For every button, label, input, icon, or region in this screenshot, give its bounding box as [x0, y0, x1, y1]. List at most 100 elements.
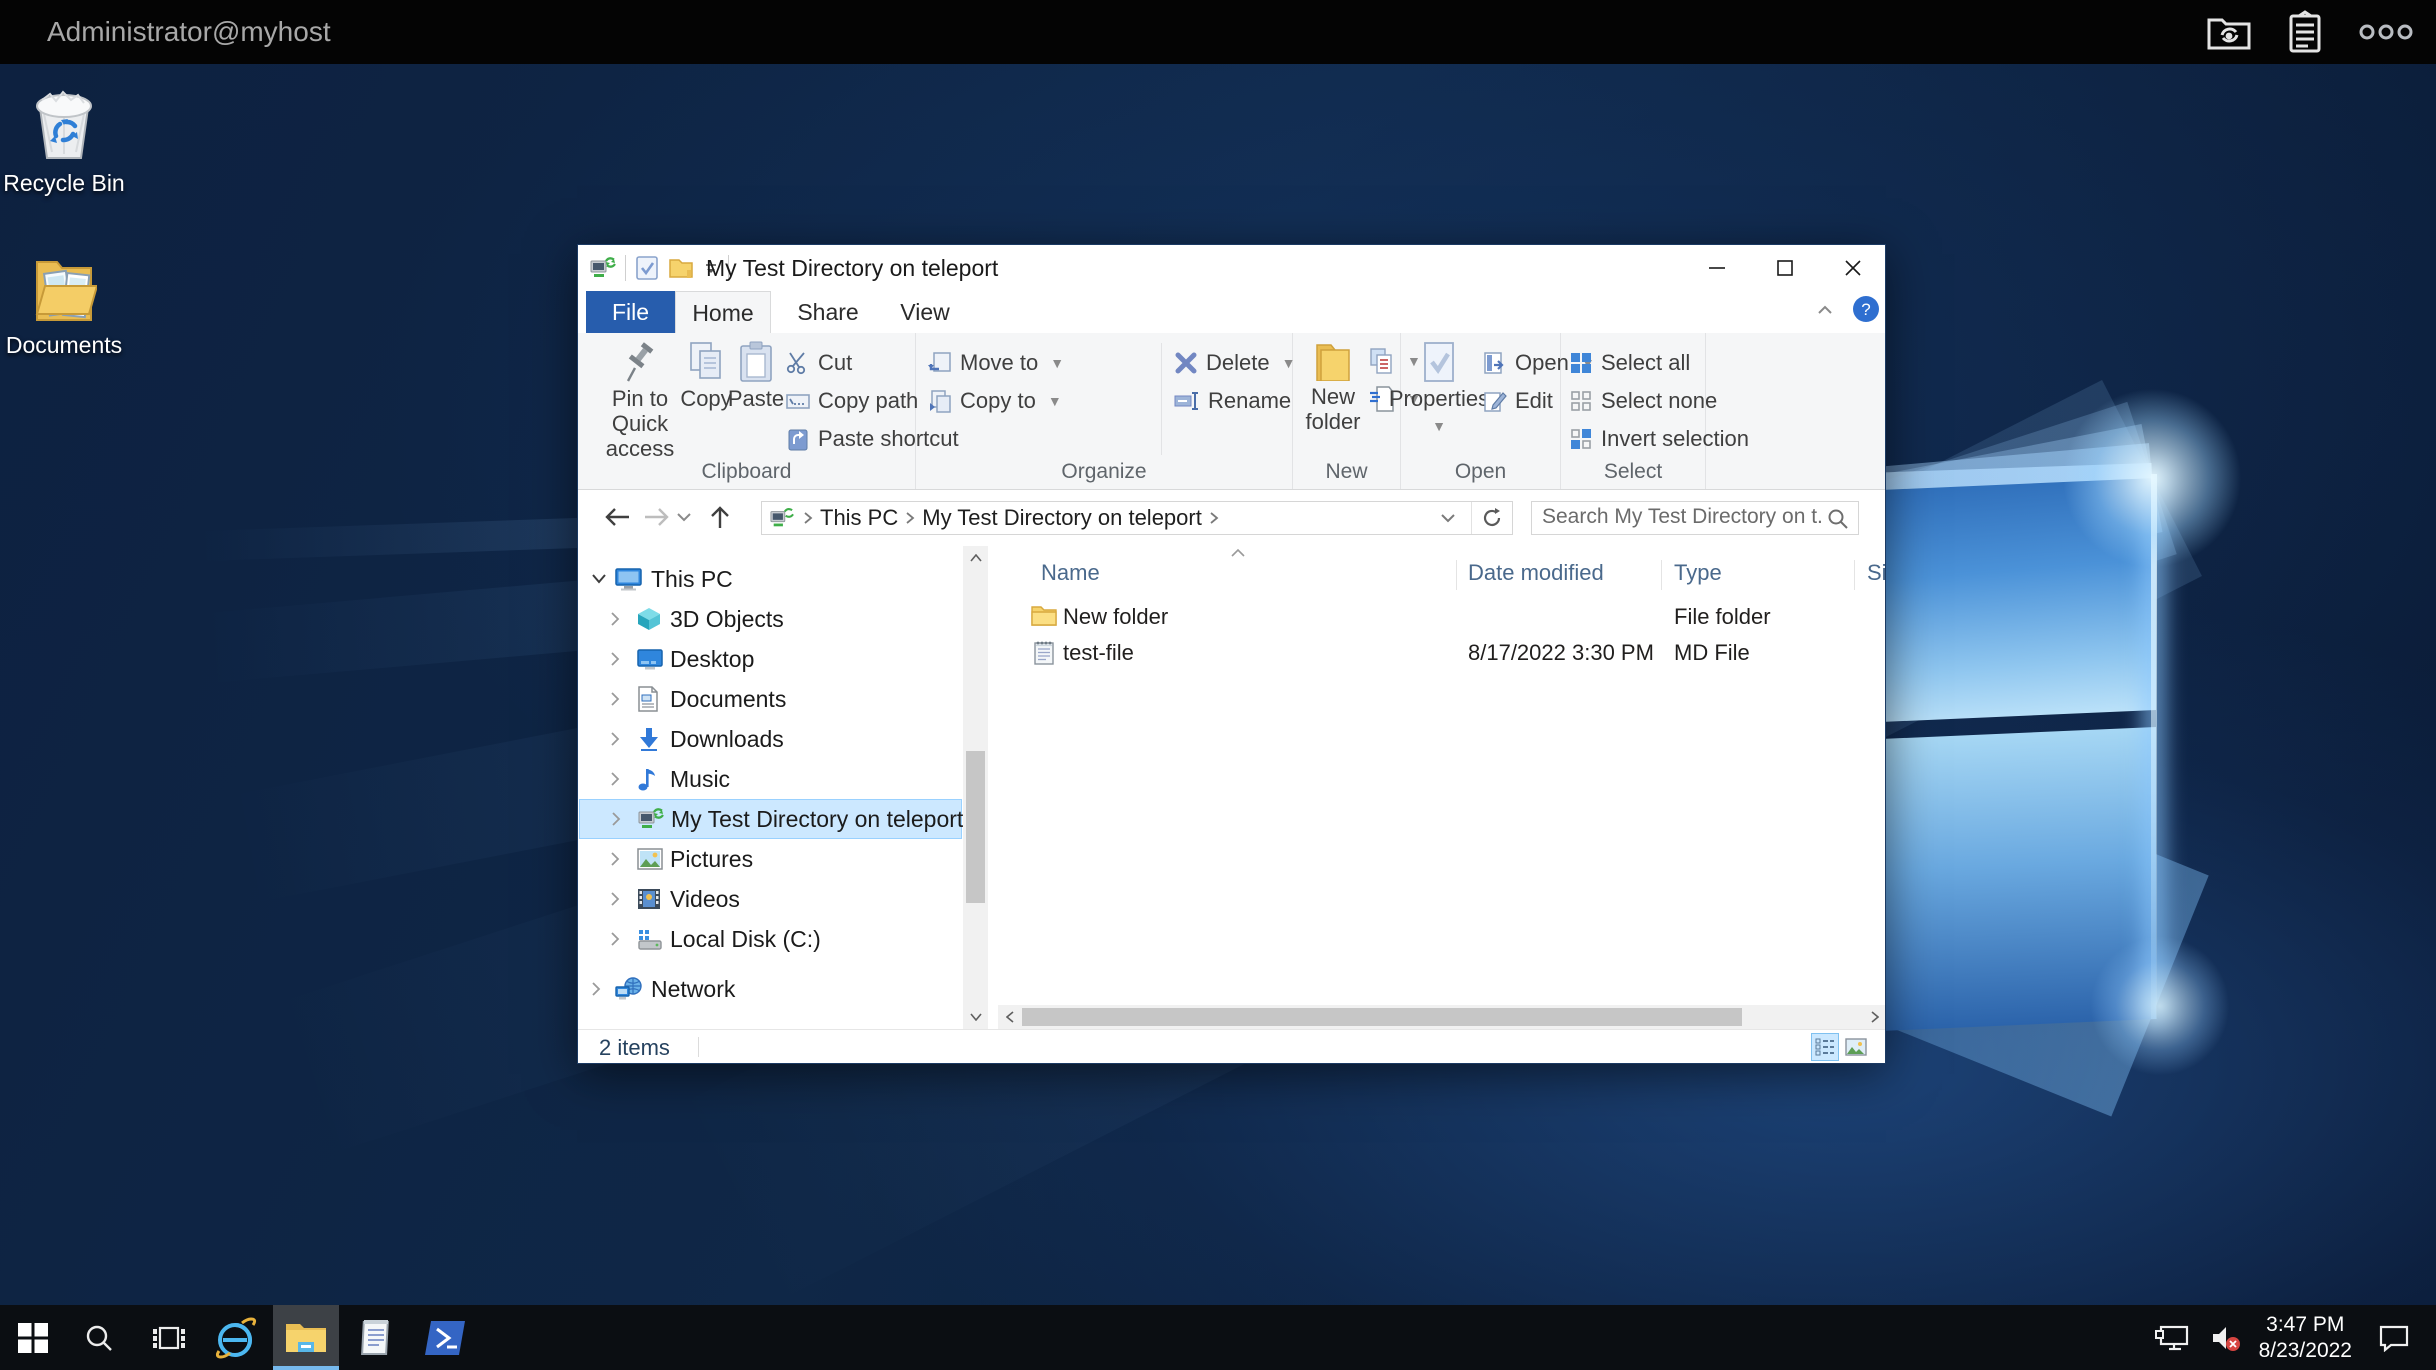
chevron-collapsed-icon[interactable] [610, 891, 620, 907]
taskbar-file-explorer[interactable] [273, 1305, 339, 1370]
address-bar[interactable]: This PC My Test Directory on teleport [761, 501, 1513, 535]
windows-logo-icon [18, 1323, 48, 1353]
breadcrumb-this-pc[interactable]: This PC [814, 505, 904, 531]
sidebar-item-music[interactable]: Music [579, 759, 962, 799]
chevron-collapsed-icon[interactable] [610, 691, 620, 707]
minimize-button[interactable] [1683, 245, 1751, 290]
tab-file[interactable]: File [586, 291, 675, 333]
tray-clock[interactable]: 3:47 PM 8/23/2022 [2259, 1312, 2352, 1364]
scroll-left-icon[interactable] [998, 1005, 1022, 1029]
tray-volume-muted-icon[interactable] [2211, 1324, 2241, 1352]
chevron-collapsed-icon[interactable] [610, 931, 620, 947]
taskbar-notepad[interactable] [343, 1305, 409, 1370]
file-row-new-folder[interactable]: New folder File folder [998, 599, 1886, 635]
chevron-collapsed-icon[interactable] [610, 611, 620, 627]
forward-button[interactable] [638, 498, 674, 536]
chevron-collapsed-icon[interactable] [611, 811, 621, 827]
invert-selection-button[interactable]: Invert selection [1569, 421, 1749, 457]
help-icon[interactable]: ? [1852, 295, 1880, 323]
sidebar-item-teleport-directory[interactable]: My Test Directory on teleport [579, 799, 962, 839]
large-icons-view-button[interactable] [1842, 1033, 1870, 1061]
sidebar-item-3d-objects[interactable]: 3D Objects [579, 599, 962, 639]
column-header-name[interactable]: Name [1041, 560, 1100, 604]
chevron-collapsed-icon[interactable] [610, 851, 620, 867]
tree-scrollbar-thumb[interactable] [966, 751, 985, 903]
taskbar-internet-explorer[interactable] [203, 1305, 269, 1370]
recent-locations-chevron-icon[interactable] [670, 498, 698, 536]
chevron-collapsed-icon[interactable] [610, 731, 620, 747]
taskbar-powershell[interactable] [413, 1305, 479, 1370]
scroll-down-icon[interactable] [963, 1005, 988, 1029]
chevron-expanded-icon[interactable] [591, 573, 607, 585]
action-center-icon[interactable] [2378, 1324, 2410, 1352]
delete-button[interactable]: Delete▼ [1174, 345, 1295, 381]
tree-scrollbar[interactable] [963, 546, 988, 1029]
pin-to-quick-access-button[interactable]: Pin to Quick access [588, 341, 692, 461]
address-dropdown-chevron-icon[interactable] [1440, 512, 1456, 524]
tab-view[interactable]: View [885, 291, 965, 333]
details-view-button[interactable] [1811, 1033, 1839, 1061]
sidebar-item-documents[interactable]: Documents [579, 679, 962, 719]
properties-button[interactable]: Properties ▼ [1403, 341, 1475, 439]
column-header-size[interactable]: Size [1867, 560, 1886, 604]
sidebar-item-label: Downloads [670, 726, 784, 753]
start-button[interactable] [0, 1305, 66, 1370]
copy-to-button[interactable]: Copy to▼ [928, 383, 1062, 419]
select-all-button[interactable]: Select all [1569, 345, 1690, 381]
folder-icon [1031, 604, 1057, 628]
qat-new-folder-icon[interactable] [668, 256, 694, 280]
desktop-icon-documents[interactable]: Documents [2, 252, 126, 359]
horizontal-scrollbar-thumb[interactable] [1022, 1008, 1742, 1026]
file-transfer-icon[interactable] [2206, 13, 2252, 51]
edit-button[interactable]: Edit [1483, 383, 1553, 419]
sidebar-item-this-pc[interactable]: This PC [579, 559, 962, 599]
tray-network-icon[interactable] [2155, 1323, 2189, 1353]
column-header-type[interactable]: Type [1674, 560, 1722, 604]
new-folder-button[interactable]: New folder [1299, 341, 1367, 434]
copy-path-button[interactable]: Copy path [786, 383, 918, 419]
back-button[interactable] [600, 498, 636, 536]
maximize-button[interactable] [1751, 245, 1819, 290]
search-box[interactable] [1531, 501, 1859, 535]
tab-share[interactable]: Share [787, 291, 869, 333]
clipboard-icon[interactable] [2288, 10, 2322, 54]
file-row-test-file[interactable]: test-file 8/17/2022 3:30 PM MD File [998, 635, 1886, 671]
select-none-button[interactable]: Select none [1569, 383, 1717, 419]
more-options-icon[interactable] [2358, 23, 2414, 41]
sidebar-item-videos[interactable]: Videos [579, 879, 962, 919]
properties-label: Properties [1389, 386, 1489, 411]
minimize-ribbon-icon[interactable] [1816, 303, 1834, 317]
refresh-icon[interactable] [1480, 506, 1504, 530]
edit-icon [1483, 389, 1507, 413]
sidebar-item-network[interactable]: Network [579, 969, 962, 1009]
task-view-button[interactable] [136, 1305, 202, 1370]
rename-button[interactable]: Rename [1174, 383, 1291, 419]
search-icon[interactable] [1826, 507, 1850, 531]
qat-properties-icon[interactable] [635, 255, 659, 281]
chevron-collapsed-icon[interactable] [591, 981, 601, 997]
scroll-right-icon[interactable] [1863, 1005, 1886, 1029]
downloads-icon [637, 727, 661, 751]
up-button[interactable] [702, 498, 738, 536]
scroll-up-icon[interactable] [963, 546, 988, 570]
chevron-collapsed-icon[interactable] [610, 771, 620, 787]
tab-home[interactable]: Home [675, 291, 771, 334]
sidebar-item-local-disk[interactable]: Local Disk (C:) [579, 919, 962, 959]
window-titlebar[interactable]: My Test Directory on teleport [578, 245, 1885, 291]
edit-label: Edit [1515, 388, 1553, 414]
taskbar-search-button[interactable] [66, 1305, 132, 1370]
move-to-button[interactable]: Move to▼ [928, 345, 1064, 381]
breadcrumb-current-folder[interactable]: My Test Directory on teleport [916, 505, 1208, 531]
sidebar-item-desktop[interactable]: Desktop [579, 639, 962, 679]
desktop-icon-recycle-bin[interactable]: Recycle Bin [2, 82, 126, 197]
copy-button[interactable]: Copy [680, 341, 732, 411]
cut-button[interactable]: Cut [786, 345, 852, 381]
close-button[interactable] [1819, 245, 1886, 290]
paste-button[interactable]: Paste [728, 341, 784, 411]
sidebar-item-downloads[interactable]: Downloads [579, 719, 962, 759]
chevron-collapsed-icon[interactable] [610, 651, 620, 667]
horizontal-scrollbar[interactable] [998, 1005, 1886, 1029]
column-header-date-modified[interactable]: Date modified [1468, 560, 1604, 604]
search-input[interactable] [1532, 502, 1824, 532]
sidebar-item-pictures[interactable]: Pictures [579, 839, 962, 879]
